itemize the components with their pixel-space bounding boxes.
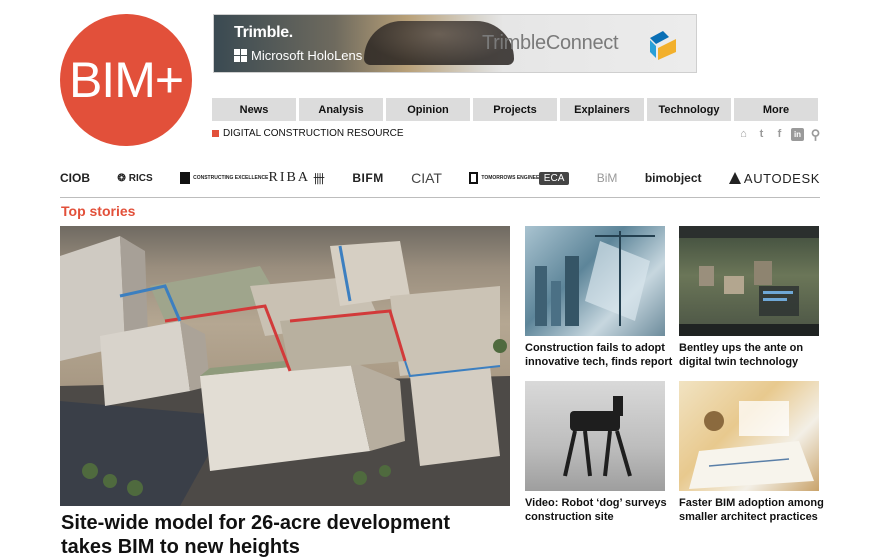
- bim-label: BiM: [596, 171, 618, 185]
- facebook-icon[interactable]: f: [773, 128, 786, 141]
- main-nav: News Analysis Opinion Projects Explainer…: [212, 98, 818, 121]
- tagline: DIGITAL CONSTRUCTION RESOURCE: [212, 128, 404, 139]
- linkedin-icon[interactable]: in: [791, 128, 804, 141]
- hololens-label: Microsoft HoloLens: [234, 48, 362, 63]
- hololens-text: Microsoft HoloLens: [251, 48, 363, 63]
- ciat-label: CIAT: [411, 170, 442, 186]
- logo-text: BIM+: [68, 52, 184, 108]
- partner-logos: CIOB ❂ RICS CONSTRUCTING EXCELLENCE RIBA…: [60, 166, 820, 190]
- card-image-digital-twin[interactable]: [679, 226, 819, 336]
- partner-bim[interactable]: BiM: [597, 171, 618, 185]
- city-tablet-illustration: [535, 231, 655, 326]
- architect-desk-illustration: [689, 401, 814, 489]
- partner-tomorrows-engineers[interactable]: TOMORROWS ENGINEERS: [469, 172, 547, 184]
- card-image-robot-dog[interactable]: [525, 381, 665, 491]
- partner-constructing-excellence[interactable]: CONSTRUCTING EXCELLENCE: [180, 172, 269, 184]
- partner-bifm[interactable]: BIFM: [352, 171, 383, 185]
- ce-label: CONSTRUCTING EXCELLENCE: [193, 175, 269, 181]
- bifm-label: BIFM: [352, 171, 384, 185]
- tomorrows-engineers-label: TOMORROWS ENGINEERS: [481, 175, 547, 181]
- partner-riba[interactable]: RIBA 卌: [269, 170, 325, 187]
- ce-box-icon: [180, 172, 191, 184]
- nav-analysis[interactable]: Analysis: [299, 98, 383, 121]
- trimble-connect-icon: [650, 31, 676, 60]
- digital-twin-map-illustration: [679, 226, 819, 336]
- partner-ciob[interactable]: CIOB: [60, 171, 90, 185]
- card-headline-architect-practices[interactable]: Faster BIM adoption among smaller archit…: [679, 496, 829, 524]
- card-image-construction-tech[interactable]: [525, 226, 665, 336]
- tomorrows-engineers-icon: [469, 172, 479, 184]
- card-headline-robot-dog[interactable]: Video: Robot ‘dog’ surveys construction …: [525, 496, 675, 524]
- partner-eca[interactable]: ECA: [538, 171, 570, 185]
- section-divider: [60, 197, 820, 198]
- twitter-icon[interactable]: t: [755, 128, 768, 141]
- hero-building-model-illustration: [60, 236, 510, 506]
- robot-dog-illustration: [563, 396, 632, 477]
- eca-label: ECA: [543, 172, 565, 184]
- nav-projects[interactable]: Projects: [473, 98, 557, 121]
- nav-technology[interactable]: Technology: [647, 98, 731, 121]
- nav-more[interactable]: More: [734, 98, 818, 121]
- riba-emblem-icon: 卌: [312, 171, 325, 186]
- nav-news[interactable]: News: [212, 98, 296, 121]
- home-icon[interactable]: ⌂: [737, 128, 750, 141]
- rics-emblem-icon: ❂: [117, 172, 126, 184]
- tagline-square-icon: [212, 130, 219, 137]
- partner-rics[interactable]: ❂ RICS: [117, 173, 152, 184]
- social-icons: ⌂ t f in ⚲: [737, 128, 822, 141]
- riba-label: RIBA: [268, 170, 310, 185]
- autodesk-logo-icon: [728, 172, 741, 184]
- card-image-architect-practices[interactable]: [679, 381, 819, 491]
- ciob-label: CIOB: [60, 171, 90, 185]
- autodesk-label: AUTODESK: [743, 170, 820, 186]
- partner-bimobject[interactable]: bimobject: [645, 171, 702, 185]
- hero-image[interactable]: [60, 226, 510, 506]
- ad-banner[interactable]: Trimble. Microsoft HoloLens TrimbleConne…: [213, 14, 697, 73]
- microsoft-logo-icon: [234, 49, 247, 62]
- card-headline-construction-tech[interactable]: Construction fails to adopt innovative t…: [525, 341, 675, 369]
- rics-label: RICS: [128, 172, 153, 184]
- trimble-logo: Trimble.: [234, 24, 293, 41]
- card-headline-digital-twin[interactable]: Bentley ups the ante on digital twin tec…: [679, 341, 829, 369]
- nav-explainers[interactable]: Explainers: [560, 98, 644, 121]
- nav-opinion[interactable]: Opinion: [386, 98, 470, 121]
- bim-plus-logo[interactable]: BIM+: [60, 14, 192, 146]
- hero-headline[interactable]: Site-wide model for 26-acre development …: [61, 511, 501, 559]
- partner-autodesk[interactable]: AUTODESK: [728, 170, 820, 186]
- top-stories-heading: Top stories: [61, 203, 136, 219]
- tagline-text: DIGITAL CONSTRUCTION RESOURCE: [223, 128, 404, 139]
- bimobject-label: bimobject: [644, 171, 702, 185]
- search-icon[interactable]: ⚲: [809, 128, 822, 141]
- partner-ciat[interactable]: CIAT: [411, 170, 442, 186]
- trimble-connect-label: TrimbleConnect: [482, 32, 619, 54]
